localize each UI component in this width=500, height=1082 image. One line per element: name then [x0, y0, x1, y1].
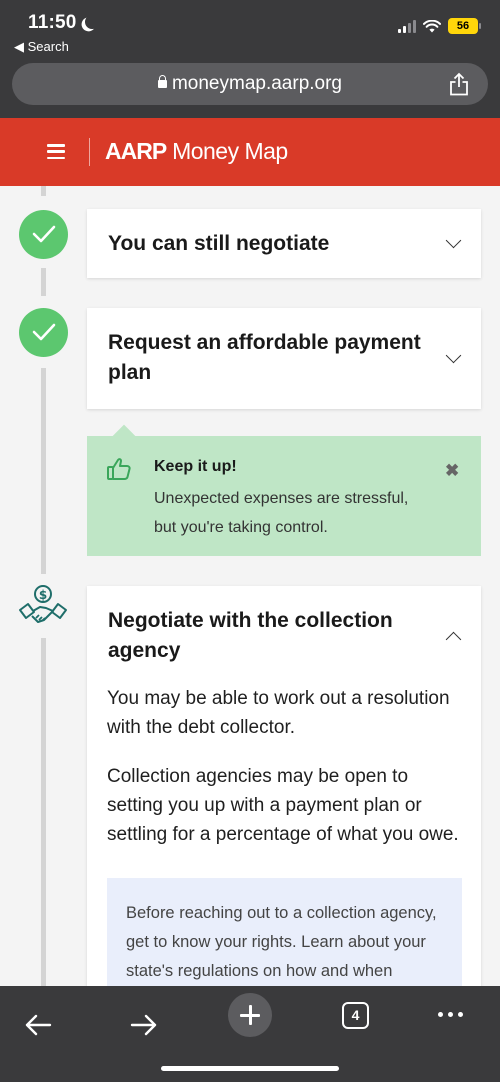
callout-text: Before reaching out to a collection agen… [126, 904, 437, 980]
chevron-down-icon[interactable] [445, 232, 462, 249]
battery-level: 56 [456, 20, 470, 32]
tip-body: Unexpected expenses are stressful, but y… [154, 490, 409, 536]
logo-product: Money Map [172, 138, 288, 164]
timeline-line [41, 368, 46, 574]
lock-icon [157, 75, 167, 88]
wifi-icon [423, 19, 441, 32]
main-content: You can still negotiate Request an affor… [0, 186, 500, 986]
step-paragraph: Collection agencies may be open to setti… [107, 766, 459, 845]
url-text: moneymap.aarp.org [171, 73, 343, 94]
back-arrow-icon[interactable] [24, 1014, 52, 1036]
handshake-money-icon: $ [19, 585, 67, 623]
completed-check-icon [19, 308, 68, 357]
header-divider [89, 138, 90, 166]
chevron-up-icon[interactable] [445, 631, 462, 648]
timeline-line [41, 186, 46, 196]
time-text: 11:50 [28, 12, 77, 33]
tip-title: Keep it up! [154, 458, 237, 475]
rights-callout: Before reaching out to a collection agen… [107, 878, 462, 986]
logo-brand: AARP [105, 138, 167, 164]
close-icon[interactable]: ✖ [445, 461, 459, 481]
timeline-line [41, 638, 46, 986]
step-card-request-payment-plan[interactable]: Request an affordable payment plan [87, 308, 481, 409]
svg-text:$: $ [39, 588, 47, 602]
home-indicator [161, 1066, 339, 1071]
more-options-icon[interactable] [438, 1012, 463, 1017]
menu-icon[interactable] [47, 144, 65, 159]
chevron-down-icon[interactable] [445, 347, 462, 364]
battery-icon: 56 [448, 18, 481, 34]
status-time: 11:50 [28, 12, 99, 34]
step-title: You can still negotiate [108, 232, 330, 255]
address-bar[interactable]: moneymap.aarp.org [12, 63, 488, 105]
status-indicators: 56 [398, 18, 481, 34]
moon-icon [83, 13, 101, 31]
tabs-button[interactable]: 4 [342, 1002, 369, 1029]
forward-arrow-icon[interactable] [130, 1014, 158, 1036]
aarp-money-map-logo[interactable]: AARP Money Map [105, 138, 288, 165]
timeline-line [41, 268, 46, 296]
thumbs-up-icon [107, 458, 131, 480]
browser-toolbar: 4 [0, 986, 500, 1082]
back-to-search-link[interactable]: ◀ Search [14, 39, 69, 55]
status-and-browser-bar: 11:50 ◀ Search 56 moneymap.aarp.org [0, 0, 500, 118]
new-tab-button[interactable] [228, 993, 272, 1037]
completed-check-icon [19, 210, 68, 259]
step-title: Request an affordable payment plan [108, 331, 421, 384]
step-title: Negotiate with the collection agency [108, 609, 393, 662]
step-paragraph: You may be able to work out a resolution… [107, 688, 450, 738]
step-card-you-can-still-negotiate[interactable]: You can still negotiate [87, 209, 481, 278]
site-header: AARP Money Map [0, 118, 500, 186]
share-icon[interactable] [448, 72, 470, 96]
cellular-signal-icon [398, 19, 416, 33]
